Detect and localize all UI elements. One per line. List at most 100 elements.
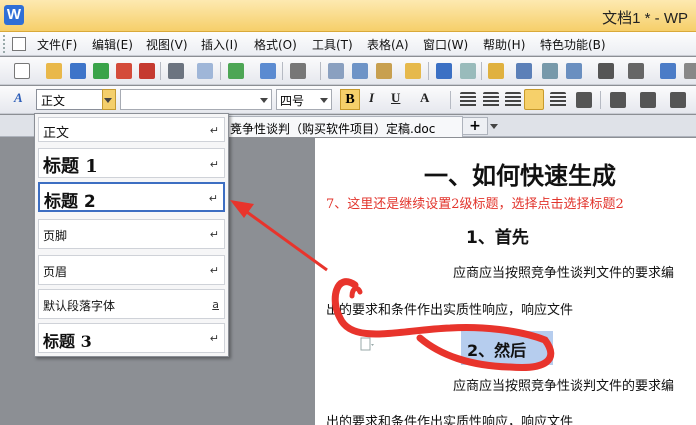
menu-bar: 文件(F) 编辑(E) 视图(V) 插入(I) 格式(O) 工具(T) 表格(A…	[0, 32, 696, 56]
align-justify-icon[interactable]	[524, 89, 544, 110]
heading-2-selected[interactable]: 2、然后	[461, 331, 553, 365]
standard-toolbar	[0, 57, 696, 85]
show-hide-icon[interactable]	[660, 63, 676, 79]
menu-file[interactable]: 文件(F)	[37, 36, 77, 53]
toolbar-separator	[450, 91, 451, 109]
annotation-arrow-line	[239, 205, 328, 272]
insert-object-icon[interactable]	[228, 63, 244, 79]
toolbar-separator	[220, 62, 221, 80]
annotation-note: 7、这里还是继续设置2级标题，选择点击选择标题2	[326, 197, 624, 212]
align-left-icon[interactable]	[460, 92, 476, 108]
paragraph-options-icon[interactable]	[360, 337, 374, 351]
align-right-icon[interactable]	[505, 92, 521, 108]
menu-special-features[interactable]: 特色功能(B)	[540, 36, 606, 53]
style-option-footer[interactable]: 页脚 ↵	[38, 219, 225, 249]
save-icon[interactable]	[70, 63, 86, 79]
new-document-icon[interactable]	[14, 63, 30, 79]
window-title: 文档1 * - WP	[602, 10, 688, 27]
print-preview-icon[interactable]	[197, 63, 213, 79]
toolbar-separator	[428, 62, 429, 80]
paragraph-mark-icon: ↵	[209, 124, 219, 137]
redo-icon[interactable]	[460, 63, 476, 79]
document-icon[interactable]	[12, 37, 26, 51]
style-option-heading-3[interactable]: 标题 3 ↵	[38, 323, 225, 353]
special-char-icon[interactable]	[290, 63, 306, 79]
undo-icon[interactable]	[436, 63, 452, 79]
paragraph[interactable]: 应商应当按照竞争性谈判文件的要求编	[453, 262, 674, 281]
font-select[interactable]	[120, 89, 272, 110]
menu-tools[interactable]: 工具(T)	[312, 36, 353, 53]
app-logo-icon: W	[4, 5, 24, 25]
insert-table-icon[interactable]	[488, 63, 504, 79]
menu-view[interactable]: 视图(V)	[146, 36, 188, 53]
chevron-down-icon	[320, 98, 328, 103]
style-dropdown-button[interactable]	[102, 89, 116, 110]
annotation-arrow-head	[230, 200, 254, 218]
paragraph[interactable]: 出的要求和条件作出实质性响应，响应文件	[326, 299, 573, 318]
document-tab[interactable]: 竞争性谈判（购买软件项目）定稿.doc ×	[225, 116, 463, 137]
distributed-align-icon[interactable]	[550, 92, 566, 108]
close-document-icon[interactable]	[139, 63, 155, 79]
open-folder-icon[interactable]	[46, 63, 62, 79]
menu-table[interactable]: 表格(A)	[367, 36, 409, 53]
text-direction-icon[interactable]	[628, 63, 644, 79]
paragraph-mark-icon: ↵	[209, 264, 219, 277]
bold-button[interactable]: B	[340, 89, 360, 110]
styles-pane-icon[interactable]: A	[14, 90, 23, 106]
cut-icon[interactable]	[328, 63, 344, 79]
style-option-header[interactable]: 页眉 ↵	[38, 255, 225, 285]
chevron-down-icon[interactable]	[489, 117, 499, 135]
insert-image-icon[interactable]	[542, 63, 558, 79]
heading-1[interactable]: 一、如何快速生成	[424, 156, 616, 191]
toolbar-separator	[160, 62, 161, 80]
title-bar: W 文档1 * - WP	[0, 0, 696, 32]
menu-help[interactable]: 帮助(H)	[483, 36, 525, 53]
underline-icon[interactable]: U	[391, 90, 400, 106]
print-icon[interactable]	[168, 63, 184, 79]
font-color-icon[interactable]: A	[420, 90, 429, 106]
columns-icon[interactable]	[598, 63, 614, 79]
paste-icon[interactable]	[376, 63, 392, 79]
style-option-heading-1[interactable]: 标题 1 ↵	[38, 148, 225, 178]
style-option-heading-2[interactable]: 标题 2 ↵	[38, 182, 225, 212]
page-break-icon[interactable]	[260, 63, 276, 79]
toolbar-separator	[600, 91, 601, 109]
numbering-icon[interactable]	[610, 92, 626, 108]
export-pdf-icon[interactable]	[116, 63, 132, 79]
style-dropdown-list: 正文 ↵ 标题 1 ↵ 标题 2 ↵ 页脚 ↵ 页眉 ↵ 默认段落字体 a 标题…	[34, 113, 229, 357]
formula-icon[interactable]	[516, 63, 532, 79]
paragraph[interactable]: 应商应当按照竞争性谈判文件的要求编	[453, 375, 674, 394]
format-painter-icon[interactable]	[405, 63, 421, 79]
menu-format[interactable]: 格式(O)	[254, 36, 297, 53]
paragraph[interactable]: 出的要求和条件作出实质性响应，响应文件	[326, 411, 573, 425]
formatting-toolbar: A 正文 四号 B I U A	[0, 86, 696, 114]
close-icon[interactable]: ×	[230, 120, 240, 134]
menu-window[interactable]: 窗口(W)	[423, 36, 468, 53]
heading-2-first[interactable]: 1、首先	[466, 223, 529, 248]
menu-insert[interactable]: 插入(I)	[201, 36, 238, 53]
character-style-icon: a	[212, 298, 219, 311]
document-tab-label: 竞争性谈判（购买软件项目）定稿.doc	[230, 122, 436, 136]
align-center-icon[interactable]	[483, 92, 499, 108]
italic-icon[interactable]: I	[369, 90, 374, 106]
menu-edit[interactable]: 编辑(E)	[92, 36, 133, 53]
line-spacing-icon[interactable]	[576, 92, 592, 108]
copy-icon[interactable]	[352, 63, 368, 79]
style-select[interactable]: 正文	[36, 89, 116, 110]
toolbar-separator	[320, 62, 321, 80]
paragraph-mark-icon: ↵	[209, 332, 219, 345]
toolbar-separator	[282, 62, 283, 80]
style-option-normal[interactable]: 正文 ↵	[38, 117, 225, 142]
style-option-default-paragraph-font[interactable]: 默认段落字体 a	[38, 289, 225, 319]
new-tab-button[interactable]: +	[462, 117, 488, 135]
bullets-icon[interactable]	[640, 92, 656, 108]
paragraph-mark-icon: ↵	[209, 228, 219, 241]
indent-icon[interactable]	[670, 92, 686, 108]
style-select-value: 正文	[41, 94, 66, 108]
toolbar-grip-icon	[3, 35, 7, 53]
font-size-select[interactable]: 四号	[276, 89, 332, 110]
zoom-icon[interactable]	[684, 63, 696, 79]
save-as-icon[interactable]	[93, 63, 109, 79]
paragraph-mark-icon: ↵	[208, 192, 218, 205]
insert-chart-icon[interactable]	[566, 63, 582, 79]
